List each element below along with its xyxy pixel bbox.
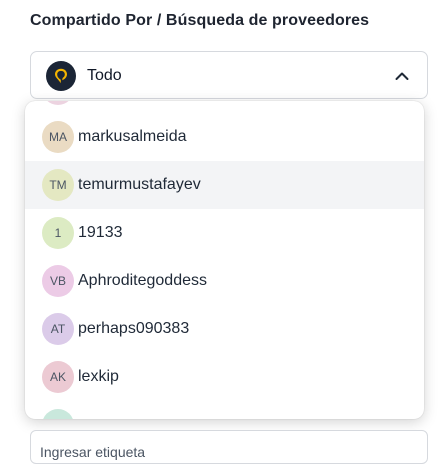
- location-pin-logo-icon: [46, 61, 76, 91]
- avatar: [42, 101, 74, 105]
- list-item[interactable]: [25, 101, 424, 113]
- vendor-select[interactable]: Todo: [30, 51, 428, 99]
- avatar: VB: [42, 265, 74, 297]
- list-item[interactable]: 1 19133: [25, 209, 424, 257]
- avatar: 1: [42, 217, 74, 249]
- tag-input[interactable]: [30, 430, 428, 464]
- option-label: 19133: [78, 224, 123, 241]
- avatar: AK: [42, 361, 74, 393]
- section-title: Compartido Por / Búsqueda de proveedores: [30, 12, 370, 29]
- option-label: temurmustafayev: [78, 176, 201, 193]
- avatar: TM: [42, 169, 74, 201]
- chevron-up-icon[interactable]: [393, 67, 411, 85]
- option-label: Aphroditegoddess: [78, 272, 207, 289]
- option-label: lexkip: [78, 368, 119, 385]
- avatar: [42, 409, 74, 419]
- vendor-dropdown-list[interactable]: MA markusalmeida TM temurmustafayev 1 19…: [25, 101, 424, 419]
- list-item[interactable]: TM temurmustafayev: [25, 161, 424, 209]
- option-label: markusalmeida: [78, 128, 187, 145]
- list-item[interactable]: MA markusalmeida: [25, 113, 424, 161]
- avatar: MA: [42, 121, 74, 153]
- list-item[interactable]: AT perhaps090383: [25, 305, 424, 353]
- list-item[interactable]: [25, 401, 424, 419]
- select-value: Todo: [87, 67, 122, 84]
- option-label: perhaps090383: [78, 320, 190, 337]
- list-item[interactable]: AK lexkip: [25, 353, 424, 401]
- list-item[interactable]: VB Aphroditegoddess: [25, 257, 424, 305]
- avatar: AT: [42, 313, 74, 345]
